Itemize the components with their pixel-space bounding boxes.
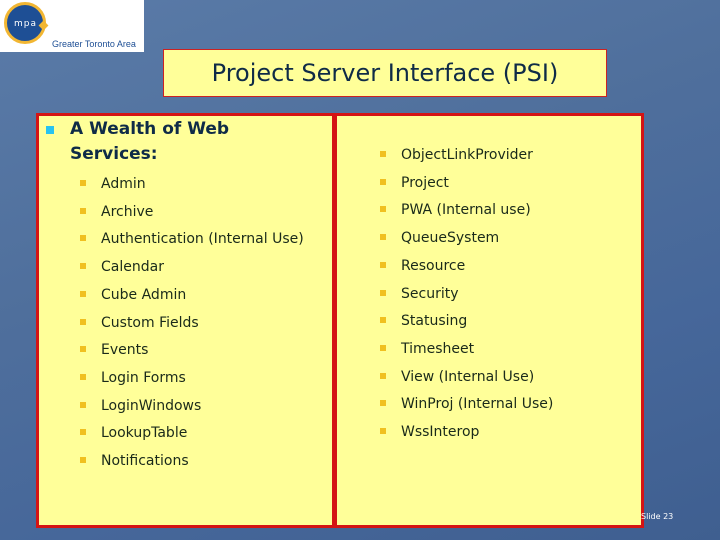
square-bullet-icon [380, 344, 386, 351]
square-bullet-icon [80, 401, 86, 408]
list-item-label: ObjectLinkProvider [401, 147, 533, 163]
list-item-label: Calendar [101, 259, 164, 276]
square-bullet-icon [380, 178, 386, 185]
list-item-label: Custom Fields [101, 314, 199, 331]
slide-number: Slide 23 [641, 512, 674, 521]
square-bullet-icon [380, 289, 386, 296]
square-bullet-icon [80, 235, 86, 242]
list-item-label: LookupTable [101, 425, 188, 442]
logo: mpa Greater Toronto Area [0, 0, 144, 52]
main-bullet-icon [46, 126, 54, 134]
square-bullet-icon [80, 180, 86, 186]
square-bullet-icon [380, 206, 386, 213]
square-bullet-icon [80, 290, 86, 297]
list-item-label: Cube Admin [101, 286, 187, 303]
list-item-label: LoginWindows [101, 397, 202, 414]
list-item-label: WinProj (Internal Use) [401, 396, 554, 413]
square-bullet-icon [380, 151, 386, 157]
square-bullet-icon [80, 263, 86, 270]
slide-title: Project Server Interface (PSI) [211, 59, 559, 87]
square-bullet-icon [380, 261, 386, 268]
list-item-label: Statusing [401, 313, 468, 330]
list-item-label: View (Internal Use) [401, 368, 535, 385]
logo-mark-text: mpa [14, 19, 37, 29]
square-bullet-icon [80, 346, 86, 353]
square-bullet-icon [380, 234, 386, 241]
list-item-label: Archive [101, 203, 154, 220]
list-item-label: Authentication (Internal Use) [101, 231, 304, 248]
square-bullet-icon [80, 318, 86, 325]
square-bullet-icon [380, 428, 386, 434]
list-item-label: PWA (Internal use) [401, 202, 531, 219]
square-bullet-icon [380, 400, 386, 407]
list-item-label: Project [401, 174, 449, 191]
list-item-label: WssInterop [401, 424, 480, 440]
section-heading: A Wealth of Web Services: [70, 119, 230, 164]
list-item-label: Events [101, 342, 149, 359]
list-item-label: Timesheet [401, 340, 475, 357]
list-item-label: Security [401, 285, 459, 302]
square-bullet-icon [380, 372, 386, 379]
list-item-label: Resource [401, 257, 466, 274]
square-bullet-icon [80, 457, 86, 463]
list-item-label: Notifications [101, 453, 189, 469]
square-bullet-icon [80, 429, 86, 436]
logo-diamond-icon [38, 20, 49, 31]
square-bullet-icon [380, 317, 386, 324]
list-item-label: Login Forms [101, 369, 186, 386]
square-bullet-icon [80, 373, 86, 380]
list-item-label: QueueSystem [401, 230, 500, 247]
square-bullet-icon [80, 207, 86, 214]
slide-title-box: Project Server Interface (PSI) [163, 49, 607, 97]
logo-circle-icon: mpa [4, 2, 49, 44]
list-item-label: Admin [101, 176, 146, 192]
logo-caption: Greater Toronto Area [52, 39, 136, 49]
